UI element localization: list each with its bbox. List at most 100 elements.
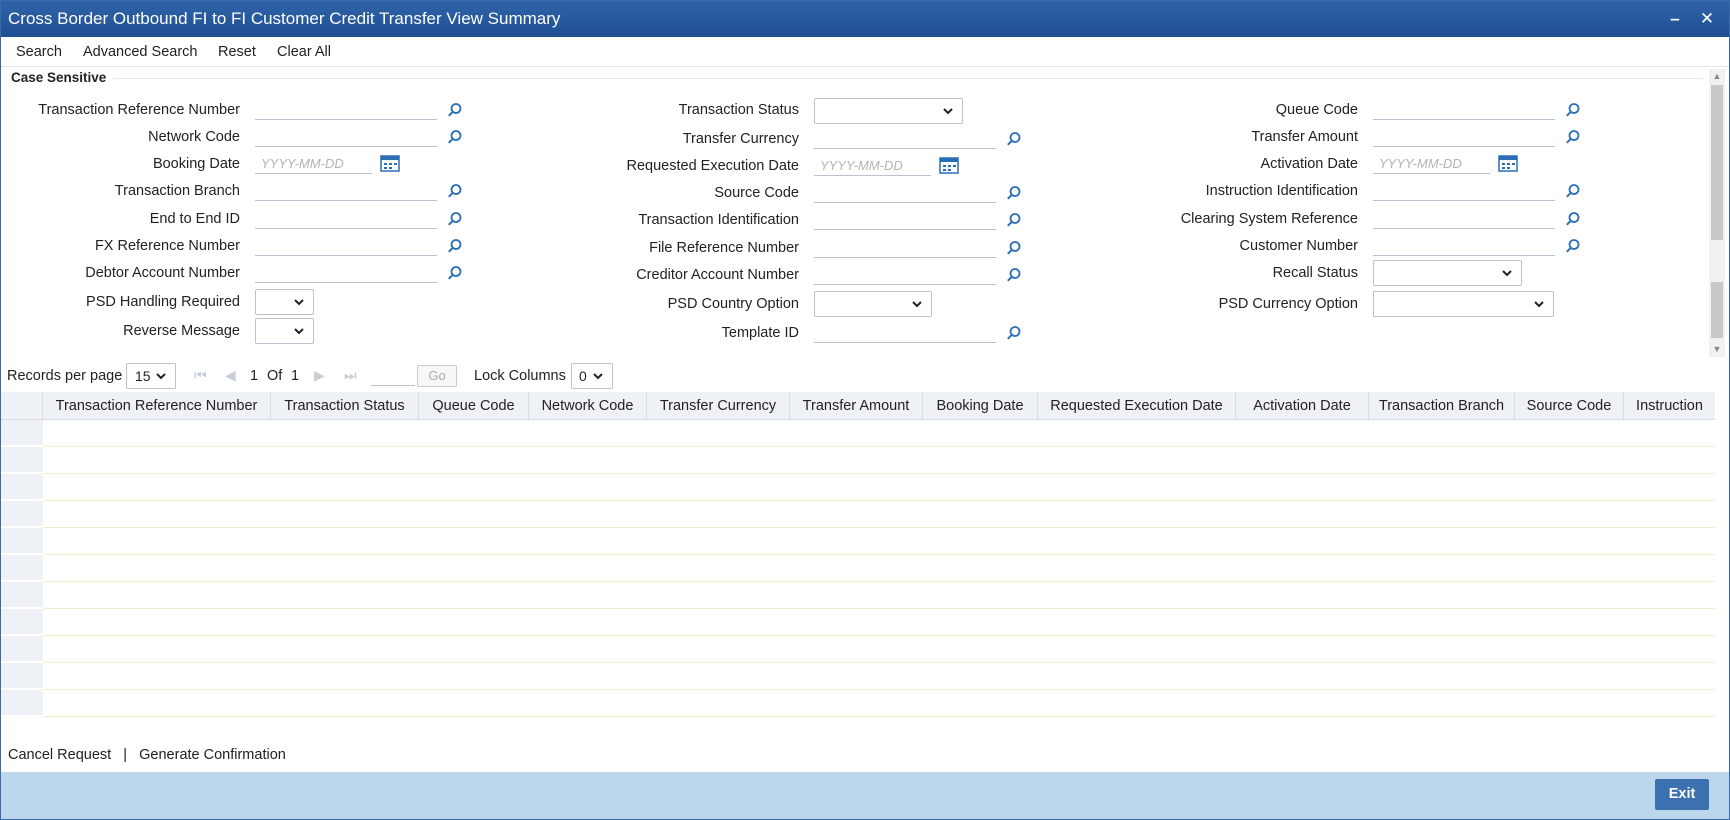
search-icon[interactable]	[1006, 131, 1022, 147]
source-code-input[interactable]	[814, 183, 996, 203]
scroll-up-icon[interactable]: ▲	[1712, 71, 1722, 81]
transaction-status-select[interactable]	[814, 98, 963, 124]
psd-handling-required-select[interactable]	[255, 289, 314, 315]
column-header[interactable]: Transaction Branch	[1369, 392, 1515, 420]
queue-code-label: Queue Code	[1275, 102, 1358, 118]
go-button[interactable]: Go	[417, 365, 457, 387]
chevron-down-icon	[294, 299, 304, 306]
column-header[interactable]: Activation Date	[1236, 392, 1369, 420]
column-header[interactable]: Source Code	[1515, 392, 1624, 420]
transfer-amount-input[interactable]	[1373, 127, 1555, 147]
search-icon[interactable]	[1565, 211, 1581, 227]
activation-date-input[interactable]	[1373, 154, 1490, 174]
search-icon[interactable]	[1565, 102, 1581, 118]
file-reference-number-input[interactable]	[814, 238, 996, 258]
network-code-input[interactable]	[255, 127, 437, 147]
booking-date-label: Booking Date	[152, 156, 240, 172]
recall-status-select[interactable]	[1373, 260, 1522, 286]
transfer-currency-input[interactable]	[814, 129, 996, 149]
previous-page-icon[interactable]: ◀	[225, 367, 236, 384]
chevron-down-icon	[294, 328, 304, 335]
last-page-icon[interactable]: ⏭	[344, 367, 357, 384]
requested-execution-date-input[interactable]	[814, 156, 931, 176]
first-page-icon[interactable]: ⏮	[194, 367, 207, 384]
reverse-message-select[interactable]	[255, 318, 314, 344]
column-header[interactable]: Transfer Currency	[647, 392, 790, 420]
search-icon[interactable]	[1565, 129, 1581, 145]
search-icon[interactable]	[1006, 267, 1022, 283]
scroll-down-icon[interactable]: ▼	[1712, 344, 1722, 354]
row-selector[interactable]	[1, 447, 43, 473]
search-icon[interactable]	[1006, 212, 1022, 228]
row-selector[interactable]	[1, 474, 43, 500]
transaction-reference-number-input[interactable]	[255, 100, 437, 120]
column-header[interactable]: Queue Code	[419, 392, 529, 420]
transaction-branch-input[interactable]	[255, 181, 437, 201]
advanced-search-button[interactable]: Advanced Search	[83, 44, 197, 60]
calendar-icon[interactable]	[939, 156, 959, 174]
records-per-page-select[interactable]: 15	[126, 363, 176, 389]
column-header[interactable]: Requested Execution Date	[1038, 392, 1236, 420]
clear-all-button[interactable]: Clear All	[277, 44, 331, 60]
search-icon[interactable]	[447, 102, 463, 118]
fx-reference-number-input[interactable]	[255, 236, 437, 256]
next-page-icon[interactable]: ▶	[314, 367, 325, 384]
row-selector[interactable]	[1, 582, 43, 608]
search-icon[interactable]	[447, 211, 463, 227]
reset-button[interactable]: Reset	[218, 44, 256, 60]
go-to-page-input[interactable]	[371, 366, 415, 386]
template-id-input[interactable]	[814, 323, 996, 343]
creditor-account-number-input[interactable]	[814, 265, 996, 285]
column-header[interactable]: Instruction	[1624, 392, 1715, 420]
column-header[interactable]: Booking Date	[923, 392, 1038, 420]
close-icon[interactable]: ✕	[1695, 1, 1719, 37]
generate-confirmation-link[interactable]: Generate Confirmation	[139, 747, 286, 763]
row-selector[interactable]	[1, 528, 43, 554]
lock-columns-select[interactable]: 0	[571, 363, 613, 389]
exit-button[interactable]: Exit	[1655, 779, 1709, 810]
row-selector[interactable]	[1, 420, 43, 446]
row-selector[interactable]	[1, 636, 43, 662]
toolbar: Search Advanced Search Reset Clear All	[1, 37, 1729, 67]
row-selector[interactable]	[1, 501, 43, 527]
psd-currency-option-select[interactable]	[1373, 291, 1554, 317]
creditor-account-number-label: Creditor Account Number	[636, 267, 799, 283]
queue-code-input[interactable]	[1373, 100, 1555, 120]
column-header[interactable]: Transaction Status	[271, 392, 419, 420]
instruction-identification-input[interactable]	[1373, 181, 1555, 201]
cancel-request-link[interactable]: Cancel Request	[8, 747, 111, 763]
search-icon[interactable]	[447, 183, 463, 199]
debtor-account-number-input[interactable]	[255, 263, 437, 283]
search-icon[interactable]	[1006, 185, 1022, 201]
clearing-system-reference-input[interactable]	[1373, 209, 1555, 229]
search-button[interactable]: Search	[16, 44, 62, 60]
search-icon[interactable]	[447, 238, 463, 254]
end-to-end-id-input[interactable]	[255, 209, 437, 229]
psd-country-option-select[interactable]	[814, 291, 932, 317]
search-icon[interactable]	[1006, 240, 1022, 256]
calendar-icon[interactable]	[1498, 154, 1518, 172]
scrollbar-thumb[interactable]	[1711, 85, 1723, 240]
scrollbar-thumb-lower[interactable]	[1711, 282, 1723, 338]
column-header[interactable]: Network Code	[529, 392, 647, 420]
minimize-icon[interactable]: –	[1663, 1, 1687, 37]
booking-date-input[interactable]	[255, 154, 372, 174]
transaction-identification-input[interactable]	[814, 210, 996, 230]
row-selector[interactable]	[1, 555, 43, 581]
chevron-down-icon	[593, 373, 603, 380]
row-selector[interactable]	[1, 690, 43, 716]
column-header[interactable]: Transaction Reference Number	[43, 392, 271, 420]
search-icon[interactable]	[447, 129, 463, 145]
form-scrollbar[interactable]: ▲ ▼	[1709, 69, 1725, 357]
row-selector[interactable]	[1, 609, 43, 635]
search-icon[interactable]	[1006, 325, 1022, 341]
select-all-header[interactable]	[1, 392, 43, 420]
search-icon[interactable]	[1565, 238, 1581, 254]
row-selector[interactable]	[1, 663, 43, 689]
search-icon[interactable]	[447, 265, 463, 281]
search-icon[interactable]	[1565, 183, 1581, 199]
customer-number-input[interactable]	[1373, 236, 1555, 256]
column-header[interactable]: Transfer Amount	[790, 392, 923, 420]
calendar-icon[interactable]	[380, 154, 400, 172]
row-divider	[43, 527, 1715, 528]
